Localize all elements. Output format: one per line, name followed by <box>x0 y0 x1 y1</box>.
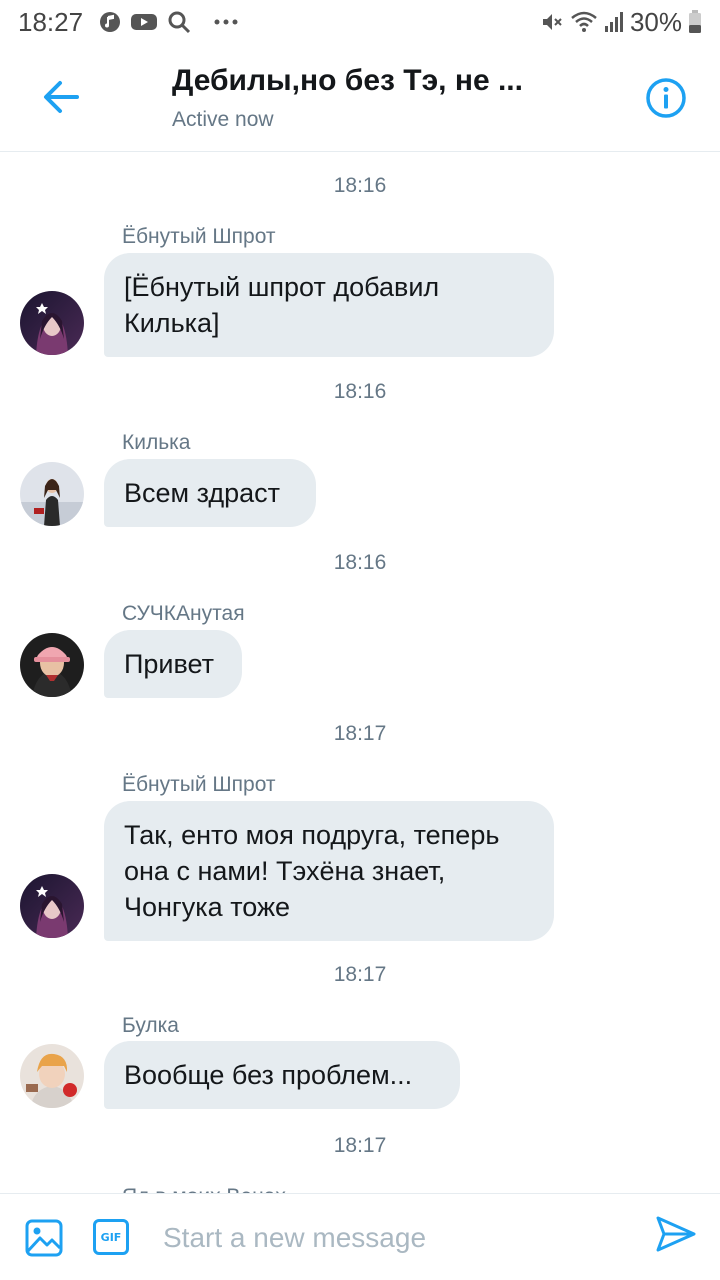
message-timestamp: 18:17 <box>333 963 387 986</box>
signal-icon <box>604 11 624 33</box>
send-icon <box>656 1216 696 1252</box>
gif-label: GIF <box>100 1230 122 1244</box>
gif-button[interactable]: GIF <box>93 1219 129 1255</box>
message-text-line: Чонгука тоже <box>124 892 291 922</box>
message-text-line: Килька] <box>124 308 220 338</box>
sender-name: Килька <box>122 431 191 454</box>
back-button[interactable] <box>38 74 84 120</box>
sender-name: Булка <box>122 1014 179 1037</box>
search-icon <box>167 10 191 34</box>
status-bar: 18:27 30% <box>0 0 720 44</box>
message-bubble[interactable]: Так, енто моя подруга, теперь она с нами… <box>104 801 554 941</box>
avatar[interactable] <box>20 874 84 938</box>
send-button[interactable] <box>654 1212 698 1256</box>
info-button[interactable] <box>644 76 688 120</box>
sender-name: СУЧКАнутая <box>122 602 245 625</box>
add-photo-button[interactable] <box>24 1218 64 1258</box>
info-icon <box>646 78 686 118</box>
mute-icon <box>540 10 564 34</box>
message-text-line: Вообще без проблем... <box>124 1060 413 1090</box>
message-text-line: Всем здраст <box>124 478 281 508</box>
message-composer: GIF <box>0 1193 720 1280</box>
wifi-icon <box>570 10 598 34</box>
youtube-icon <box>131 12 158 32</box>
arrow-left-icon <box>44 81 79 113</box>
chat-status: Active now <box>172 108 274 131</box>
sender-name: Ёбнутый Шпрот <box>122 773 276 796</box>
message-input[interactable] <box>163 1212 623 1264</box>
battery-percent: 30% <box>629 6 682 37</box>
avatar[interactable] <box>20 291 84 355</box>
message-bubble[interactable]: Вообще без проблем... <box>104 1041 460 1109</box>
message-timestamp: 18:16 <box>333 174 387 197</box>
message-timestamp: 18:16 <box>333 551 387 574</box>
sender-name: Ёбнутый Шпрот <box>122 225 276 248</box>
message-timestamp: 18:17 <box>333 1134 387 1157</box>
message-text-line: [Ёбнутый шпрот добавил <box>124 272 440 302</box>
message-bubble[interactable]: Всем здраст <box>104 459 316 527</box>
music-icon <box>99 11 121 33</box>
avatar[interactable] <box>20 633 84 697</box>
message-timestamp: 18:16 <box>333 380 387 403</box>
chat-title: Дебилы,но без Тэ, не ... <box>172 64 523 97</box>
avatar[interactable] <box>20 1044 84 1108</box>
message-text-line: Так, енто моя подруга, теперь <box>124 820 500 850</box>
message-bubble[interactable]: [Ёбнутый шпрот добавил Килька] <box>104 253 554 357</box>
message-list[interactable]: 18:16 Ёбнутый Шпрот [Ёбнутый шпрот добав… <box>0 153 720 1193</box>
message-bubble[interactable]: Привет <box>104 630 242 698</box>
avatar[interactable] <box>20 462 84 526</box>
image-icon <box>25 1219 63 1257</box>
battery-icon <box>688 10 702 34</box>
message-text-line: она с нами! Тэхёна знает, <box>124 856 446 886</box>
header-titles[interactable]: Дебилы,но без Тэ, не ... Active now <box>172 64 572 132</box>
conversation-header: Дебилы,но без Тэ, не ... Active now <box>0 44 720 152</box>
status-time: 18:27 <box>18 6 84 37</box>
more-icon <box>213 18 239 26</box>
sender-name: Яд в моих Венах <box>122 1185 286 1193</box>
message-timestamp: 18:17 <box>333 722 387 745</box>
message-text-line: Привет <box>124 649 215 679</box>
